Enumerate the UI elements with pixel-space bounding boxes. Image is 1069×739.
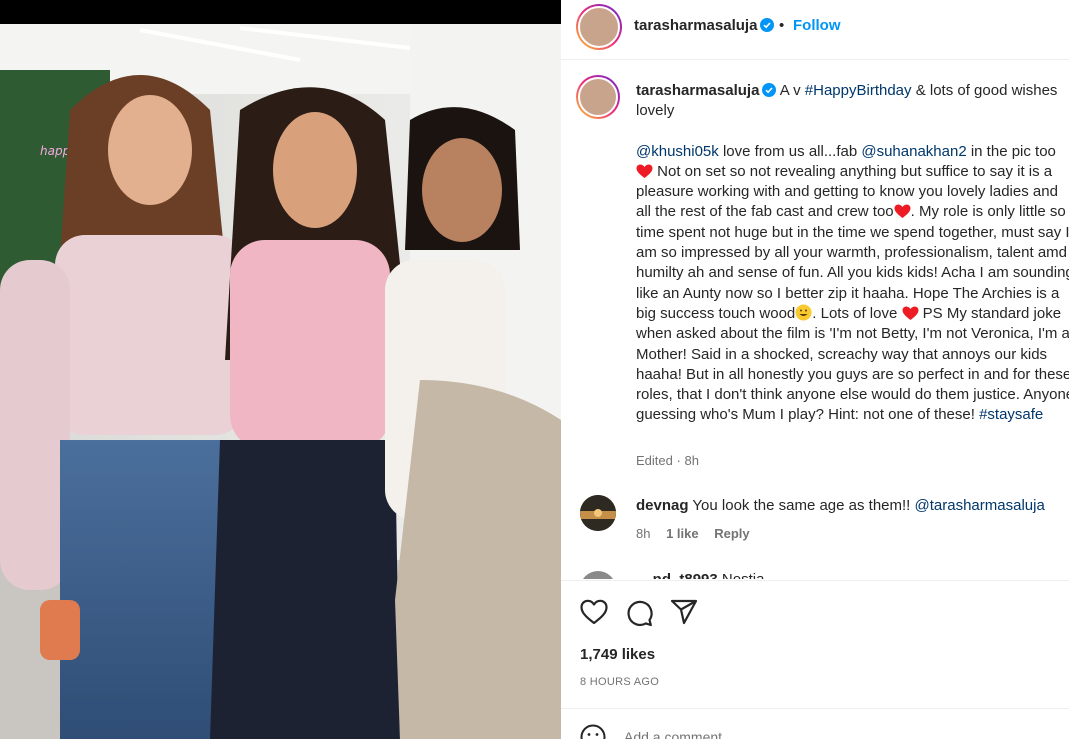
add-comment-bar: Add a comment... [561,708,1069,739]
commenter-avatar[interactable] [580,571,616,579]
comment-age[interactable]: 8h [636,526,650,541]
mention-suhanakhan2[interactable]: @suhanakhan2 [861,143,966,160]
post-photo[interactable]: happy [0,0,561,739]
meta-dot: · [676,453,681,468]
verified-badge-icon [762,83,777,97]
author-username[interactable]: tarasharmasaluja [634,17,775,34]
author-avatar[interactable] [576,4,622,50]
caption-text: love from us all...fab [722,142,858,160]
comment-mention[interactable]: @tarasharmasaluja [915,497,1045,514]
post-header: tarasharmasaluja • Follow [561,0,1069,60]
caption-age[interactable]: 8h [684,453,698,468]
caption-meta: Edited · 8h [636,453,699,468]
comment-likes[interactable]: 1 like [666,526,699,541]
comment-text: devnag You look the same age as them!! @… [636,497,1045,514]
reply-button[interactable]: Reply [714,526,749,541]
emoji-icon[interactable] [580,724,606,739]
caption-avatar[interactable] [576,75,620,119]
post-timestamp[interactable]: 8 HOURS AGO [580,676,659,688]
comment-meta: 8h 1 like Reply [636,526,762,541]
comment-icon[interactable] [625,599,653,627]
comment-body: Nostia... [722,571,777,579]
post-panel: tarasharmasaluja • Follow tarasharmasalu… [561,0,1069,739]
share-icon[interactable] [670,599,698,625]
comment-body: You look the same age as them!! [692,497,911,514]
caption-username[interactable]: tarasharmasaluja [636,82,759,99]
caption-text: A v [779,82,801,99]
verified-badge-icon [760,18,775,32]
comments-scroll[interactable]: tarasharmasaluja A v #HappyBirthday & lo… [561,61,1069,579]
comment-text: __nd_t8993 Nostia... [636,571,777,579]
hashtag-staysafe[interactable]: #staysafe [979,406,1043,423]
caption-text: in the pic too [970,142,1056,160]
comment-username[interactable]: __nd_t8993 [636,571,718,579]
hashtag-happybirthday[interactable]: #HappyBirthday [805,82,912,99]
separator-dot: • [779,17,785,34]
edited-label: Edited [636,453,673,468]
comment-username[interactable]: devnag [636,497,689,514]
red-heart-emoji-icon [902,306,918,320]
red-heart-emoji-icon [636,164,653,178]
red-heart-emoji-icon [894,204,911,219]
commenter-avatar[interactable] [580,495,616,531]
follow-button[interactable]: Follow [793,17,841,34]
post-caption: tarasharmasaluja A v #HappyBirthday & lo… [636,81,1069,426]
grinning-face-emoji-icon [795,304,812,321]
next-comment-partial: __nd_t8993 Nostia... [561,569,1069,579]
post-image: happy [0,0,561,739]
caption-text: . Lots of love [812,304,898,322]
mention-khushi05k[interactable]: @khushi05k [636,143,719,160]
likes-count[interactable]: 1,749 likes [580,646,655,663]
heart-icon[interactable] [580,599,608,625]
action-bar: 1,749 likes 8 HOURS AGO [561,580,1069,688]
add-comment-input[interactable]: Add a comment... [624,729,734,739]
